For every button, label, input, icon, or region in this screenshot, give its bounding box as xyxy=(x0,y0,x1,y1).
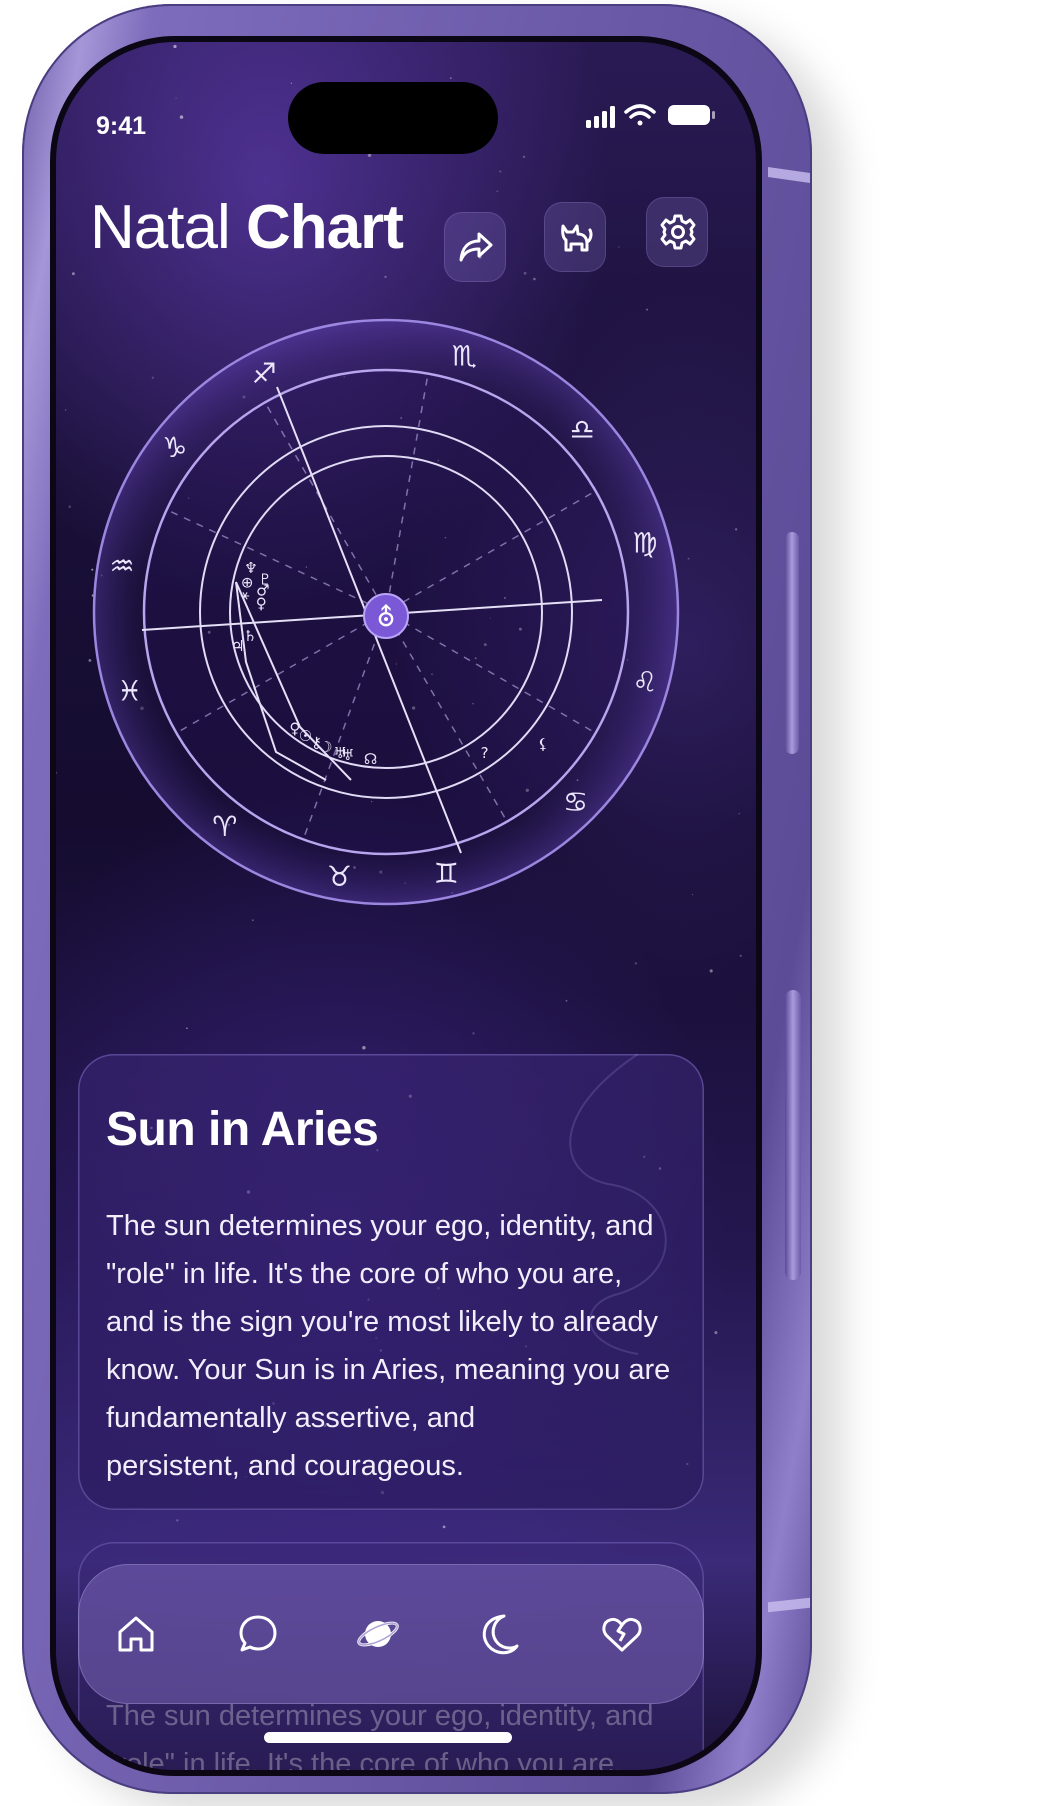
natal-chart-wheel[interactable]: ♏♎♍♌♋♊♉♈♓♒♑♐ ♆♇⊕ ♂⚹ ♀♄♃♀☉⚷☽ ♅♅ ☊⚸? ⛢ xyxy=(86,312,686,912)
star xyxy=(739,954,742,957)
center-planet-symbol: ⛢ xyxy=(376,603,395,633)
page-title-light: Natal xyxy=(90,193,231,262)
screen: 9:41 Natal Chart ♏ ♎ ♍ ♌ ♋ ♊ ♉ ♈ ♓ ♒ ♑ ♐… xyxy=(50,36,762,1776)
planet-glyph[interactable]: ♃ xyxy=(231,637,244,655)
zodiac-sign[interactable]: ♍ xyxy=(632,527,657,560)
battery-icon xyxy=(668,105,715,125)
side-button xyxy=(785,990,801,1280)
card-line: know. Your Sun is in Aries, meaning you … xyxy=(106,1354,671,1386)
star xyxy=(533,277,536,281)
star xyxy=(646,308,649,311)
star xyxy=(523,271,527,275)
star xyxy=(64,409,67,411)
dynamic-island xyxy=(288,82,498,154)
tab-chat[interactable] xyxy=(220,1596,296,1672)
page-title: Natal Chart xyxy=(90,192,404,263)
star xyxy=(496,190,498,192)
card-line: fundamentally assertive, and xyxy=(106,1402,476,1434)
star xyxy=(290,82,293,84)
star xyxy=(449,77,452,80)
zodiac-sign[interactable]: ♋ xyxy=(563,786,588,819)
signal-icon xyxy=(586,106,615,128)
star xyxy=(56,771,58,774)
tab-heart[interactable] xyxy=(584,1596,660,1672)
status-time: 9:41 xyxy=(96,112,147,140)
zodiac-sign[interactable]: ♎ xyxy=(569,413,594,446)
planet-glyph[interactable]: ☊ xyxy=(364,750,377,768)
star xyxy=(384,275,387,279)
share-icon xyxy=(459,232,493,262)
star xyxy=(634,962,638,965)
device-canvas: 9:41 Natal Chart ♏ ♎ ♍ ♌ ♋ ♊ ♉ ♈ ♓ ♒ ♑ ♐… xyxy=(0,0,1039,1806)
zodiac-sign[interactable]: ♌ xyxy=(632,665,657,698)
planet-glyph[interactable]: ♀ xyxy=(256,594,267,612)
planet-glyph[interactable]: ? xyxy=(481,744,489,762)
zodiac-sign[interactable]: ♓ xyxy=(117,674,142,707)
star xyxy=(472,1032,475,1035)
page-title-bold: Chart xyxy=(245,193,404,262)
star xyxy=(175,97,177,99)
card-line: persistent, and courageous. xyxy=(106,1450,464,1482)
side-button xyxy=(785,532,799,754)
star xyxy=(362,1046,366,1050)
card-line: The sun determines your ego, identity, a… xyxy=(106,1210,654,1242)
star xyxy=(565,999,568,1002)
tab-moon[interactable] xyxy=(462,1596,538,1672)
star xyxy=(179,115,184,119)
planet-glyph[interactable]: ♅ xyxy=(341,746,354,764)
zodiac-sign[interactable]: ♏ xyxy=(452,340,477,373)
zodiac-sign[interactable]: ♊ xyxy=(434,857,459,890)
star xyxy=(252,919,254,921)
tab-home[interactable] xyxy=(98,1596,174,1672)
moon-icon xyxy=(482,1614,519,1655)
planet-glyph[interactable]: ⚸ xyxy=(538,735,549,753)
star xyxy=(618,246,620,248)
star xyxy=(499,170,502,173)
tab-chart[interactable] xyxy=(340,1596,416,1672)
card-line: "role" in life. It's the core of who you… xyxy=(106,1748,623,1776)
star xyxy=(734,528,738,531)
star xyxy=(176,1519,179,1522)
card-line: "role" in life. It's the core of who you… xyxy=(106,1258,623,1290)
card-title: Sun in Aries xyxy=(106,1103,379,1156)
cat-icon xyxy=(561,224,593,252)
zodiac-sign[interactable]: ♐ xyxy=(252,357,277,390)
card-body: The sun determines your ego, identity, a… xyxy=(106,1202,676,1490)
star xyxy=(687,557,690,560)
zodiac-sign[interactable]: ♒ xyxy=(110,549,135,582)
pet-button[interactable] xyxy=(544,202,606,272)
zodiac-sign[interactable]: ♈ xyxy=(212,810,237,843)
zodiac-sign[interactable]: ♑ xyxy=(162,431,187,464)
share-button[interactable] xyxy=(444,212,506,282)
planet-glyph[interactable]: ♄ xyxy=(243,627,256,645)
star xyxy=(68,505,72,509)
star xyxy=(709,969,713,973)
sun-sign-card[interactable]: Sun in Aries The sun determines your ego… xyxy=(78,1054,704,1510)
star xyxy=(173,44,177,49)
zodiac-sign[interactable]: ♉ xyxy=(327,860,352,893)
gear-icon xyxy=(660,214,696,250)
puzzle-heart-icon xyxy=(602,1617,642,1652)
settings-button[interactable] xyxy=(646,197,708,267)
star xyxy=(738,813,740,815)
star xyxy=(442,1525,446,1529)
star xyxy=(71,272,75,276)
planet-glyph[interactable]: ⚹ xyxy=(241,586,250,604)
home-indicator xyxy=(264,1732,512,1743)
wifi-icon xyxy=(624,104,656,126)
star xyxy=(714,1331,718,1335)
chat-bubble-icon xyxy=(239,1615,277,1652)
card-line: and is the sign you're most likely to al… xyxy=(106,1306,658,1338)
star xyxy=(691,893,694,896)
status-icons xyxy=(586,104,715,128)
planet-icon xyxy=(357,1621,399,1647)
planet-glyph[interactable]: ☽ xyxy=(319,738,332,756)
home-icon xyxy=(118,1616,154,1652)
tab-bar xyxy=(78,1564,704,1704)
star xyxy=(186,1027,188,1030)
star xyxy=(522,155,526,159)
